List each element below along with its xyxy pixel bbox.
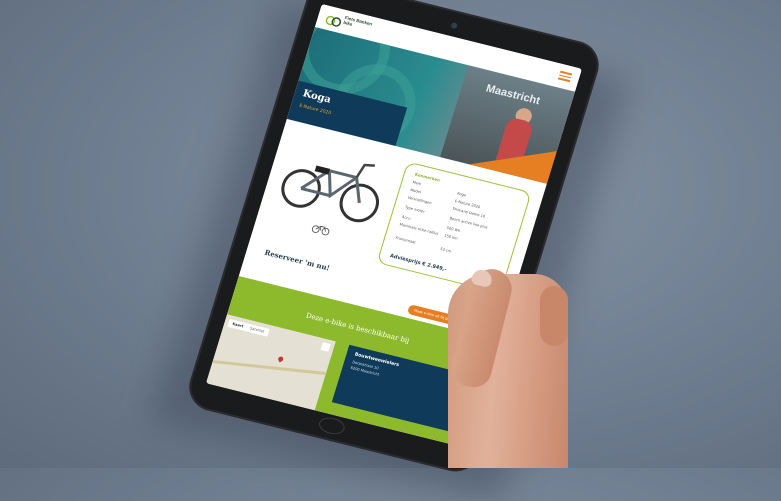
price-label: Adviesprijs € 2.949,- bbox=[389, 253, 448, 273]
map-tab-satellite[interactable]: Satelliet bbox=[244, 323, 270, 337]
map-road bbox=[212, 360, 326, 375]
bike-icon bbox=[311, 225, 330, 236]
camera-icon bbox=[450, 22, 459, 30]
page-title: Koga bbox=[301, 88, 333, 106]
map-pin-icon[interactable] bbox=[277, 355, 285, 363]
fullscreen-icon[interactable] bbox=[320, 342, 331, 352]
hero-sign-text: Maastricht bbox=[484, 82, 542, 108]
page-subtitle: E-Nature 2020 bbox=[298, 103, 332, 117]
reserve-heading: Reserveer 'm nu! bbox=[263, 247, 331, 273]
home-button[interactable] bbox=[316, 415, 347, 437]
ebike-image bbox=[281, 163, 380, 223]
finger bbox=[540, 286, 568, 346]
bike-logo-icon[interactable] bbox=[324, 11, 344, 28]
hamburger-icon[interactable] bbox=[557, 70, 573, 83]
logo-text: Fiets Banken bike bbox=[343, 15, 373, 31]
